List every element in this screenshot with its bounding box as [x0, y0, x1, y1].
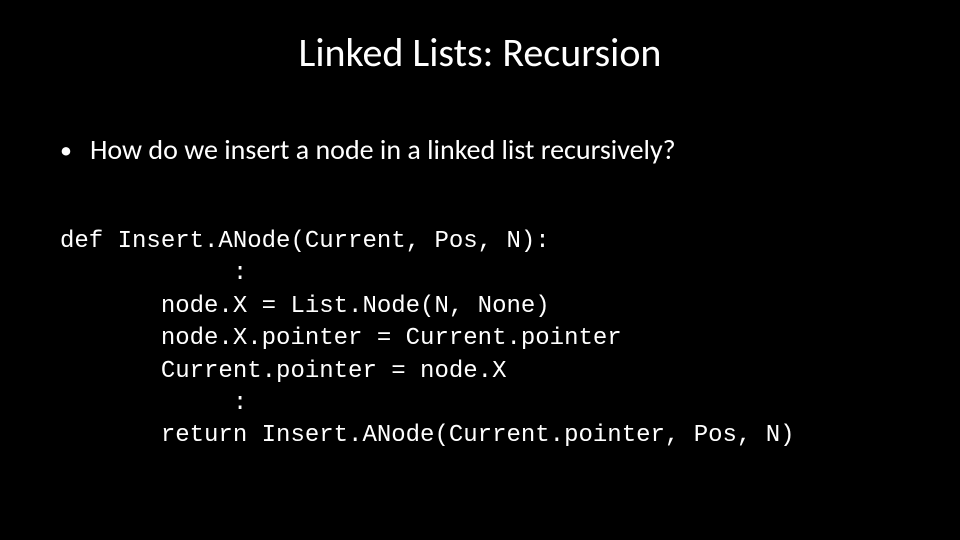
bullet-text: How do we insert a node in a linked list… [90, 133, 676, 167]
code-block: def Insert.ANode(Current, Pos, N): : nod… [60, 226, 795, 453]
code-line: def Insert.ANode(Current, Pos, N): [60, 228, 550, 255]
slide-title: Linked Lists: Recursion [0, 28, 960, 77]
bullet-dot-icon: • [60, 133, 72, 166]
code-line: return Insert.ANode(Current.pointer, Pos… [60, 422, 795, 449]
code-line: Current.pointer = node.X [60, 358, 506, 385]
code-line: : [60, 260, 247, 287]
slide: Linked Lists: Recursion • How do we inse… [0, 0, 960, 540]
code-line: : [60, 390, 247, 417]
code-line: node.X.pointer = Current.pointer [60, 325, 622, 352]
bullet-item: • How do we insert a node in a linked li… [60, 133, 676, 167]
code-line: node.X = List.Node(N, None) [60, 293, 550, 320]
